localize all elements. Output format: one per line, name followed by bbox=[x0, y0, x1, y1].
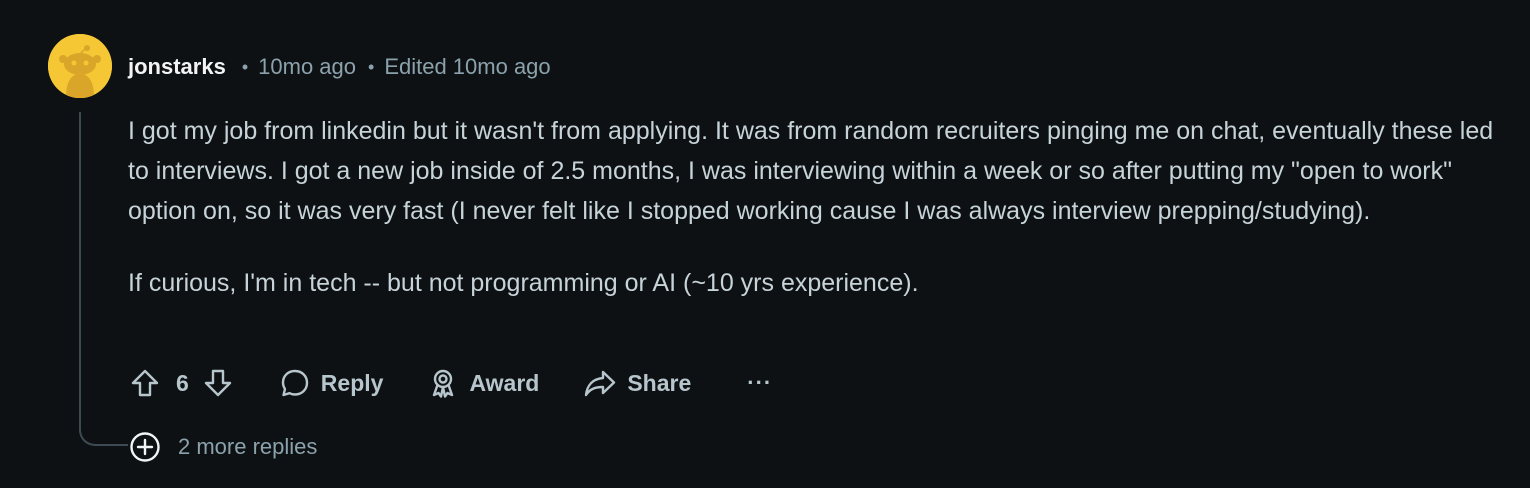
share-button[interactable]: Share bbox=[583, 367, 691, 399]
share-label: Share bbox=[627, 369, 692, 396]
upvote-arrow-icon bbox=[131, 369, 159, 397]
timestamp[interactable]: 10mo ago bbox=[258, 54, 356, 80]
edited-timestamp: Edited 10mo ago bbox=[384, 54, 551, 79]
meta-separator: • bbox=[368, 56, 375, 77]
award-ribbon-icon bbox=[433, 369, 454, 398]
speech-bubble-icon bbox=[281, 369, 308, 397]
share-arrow-icon bbox=[585, 370, 616, 397]
more-replies-button[interactable]: 2 more replies bbox=[128, 430, 317, 464]
thread-connector bbox=[79, 416, 129, 446]
thread-line[interactable] bbox=[79, 112, 81, 432]
more-options-icon: ··· bbox=[747, 370, 773, 395]
plus-circle-icon bbox=[128, 430, 162, 464]
downvote-button[interactable] bbox=[201, 366, 235, 400]
upvote-button[interactable] bbox=[128, 366, 162, 400]
award-label: Award bbox=[469, 369, 540, 396]
vote-controls: 6 bbox=[128, 366, 235, 400]
meta-separator: • bbox=[241, 56, 249, 77]
downvote-arrow-icon bbox=[204, 369, 231, 397]
award-button[interactable]: Award bbox=[427, 367, 539, 399]
comment: jonstarks • 10mo ago • Edited 10mo ago I… bbox=[0, 0, 1530, 488]
comment-actions: 6 Reply Award Share ··· bbox=[128, 362, 772, 404]
reply-button[interactable]: Reply bbox=[279, 367, 384, 399]
comment-paragraph: I got my job from linkedin but it wasn't… bbox=[128, 117, 1494, 225]
more-options-button[interactable]: ··· bbox=[747, 370, 772, 396]
more-replies-label: 2 more replies bbox=[178, 434, 318, 459]
comment-paragraph: If curious, I'm in tech -- but not progr… bbox=[128, 269, 919, 297]
username[interactable]: jonstarks bbox=[128, 54, 226, 80]
comment-body: I got my job from linkedin but it wasn't… bbox=[128, 111, 1508, 303]
vote-score: 6 bbox=[176, 369, 189, 396]
snoo-avatar-icon bbox=[48, 34, 112, 98]
avatar[interactable] bbox=[48, 34, 112, 98]
reply-label: Reply bbox=[320, 369, 384, 396]
comment-header: jonstarks • 10mo ago • Edited 10mo ago bbox=[128, 52, 563, 82]
